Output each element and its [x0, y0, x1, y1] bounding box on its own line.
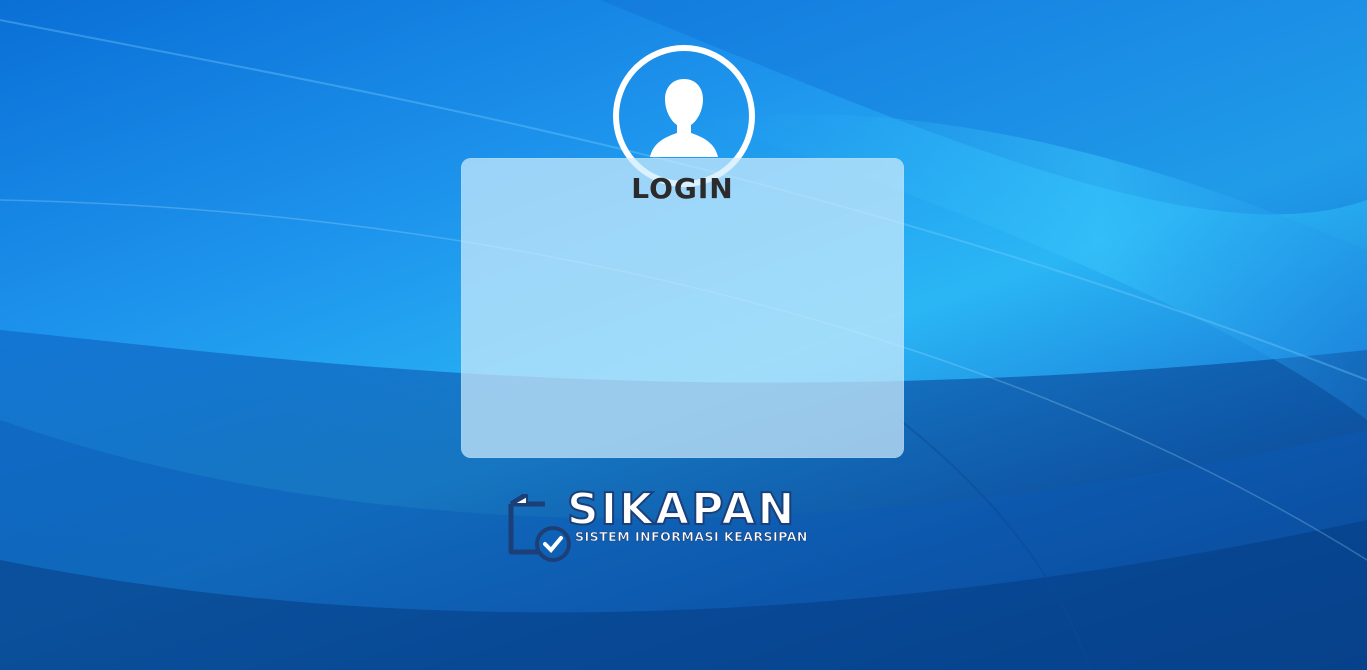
- brand-subtitle: SISTEM INFORMASI KEARSIPAN: [575, 529, 808, 545]
- login-title: LOGIN: [631, 172, 734, 205]
- brand-name: SIKAPAN: [566, 484, 797, 535]
- brand-logo: SIKAPAN SISTEM INFORMASI KEARSIPAN: [505, 485, 865, 568]
- login-card: LOGIN: [461, 158, 904, 458]
